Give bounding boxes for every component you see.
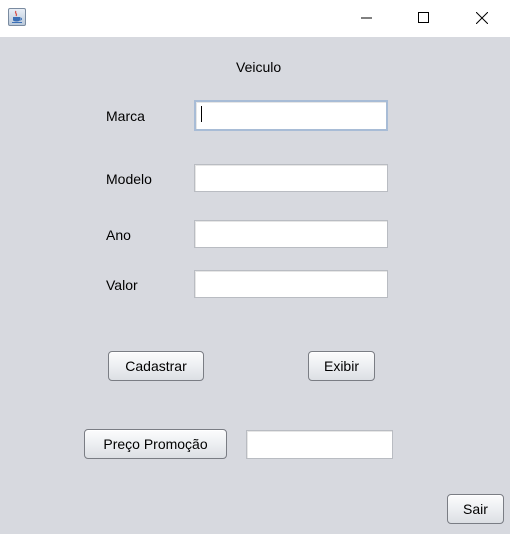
ano-input[interactable]	[194, 220, 388, 248]
minimize-button[interactable]	[344, 0, 390, 36]
text-caret	[201, 106, 202, 122]
exibir-button[interactable]: Exibir	[308, 351, 375, 381]
valor-input[interactable]	[194, 270, 388, 298]
form-title: Veiculo	[236, 59, 282, 75]
preco-promocao-field[interactable]	[246, 430, 393, 459]
modelo-label: Modelo	[106, 171, 152, 187]
close-icon	[476, 12, 488, 24]
preco-promocao-button[interactable]: Preço Promoção	[84, 429, 227, 459]
veiculo-window: Veiculo Marca Modelo Ano Valor Cadastrar…	[0, 0, 510, 534]
sair-button[interactable]: Sair	[447, 494, 504, 524]
modelo-input[interactable]	[194, 164, 388, 192]
cadastrar-button[interactable]: Cadastrar	[108, 351, 204, 381]
maximize-button[interactable]	[401, 0, 447, 36]
marca-label: Marca	[106, 108, 145, 124]
valor-label: Valor	[106, 277, 138, 293]
title-bar[interactable]	[0, 0, 510, 37]
close-button[interactable]	[459, 0, 505, 36]
form-panel: Veiculo Marca Modelo Ano Valor Cadastrar…	[0, 37, 510, 534]
minimize-icon	[361, 17, 372, 19]
maximize-icon	[418, 12, 429, 23]
ano-label: Ano	[106, 227, 131, 243]
marca-input[interactable]	[194, 100, 388, 131]
java-cup-icon[interactable]	[8, 8, 26, 26]
